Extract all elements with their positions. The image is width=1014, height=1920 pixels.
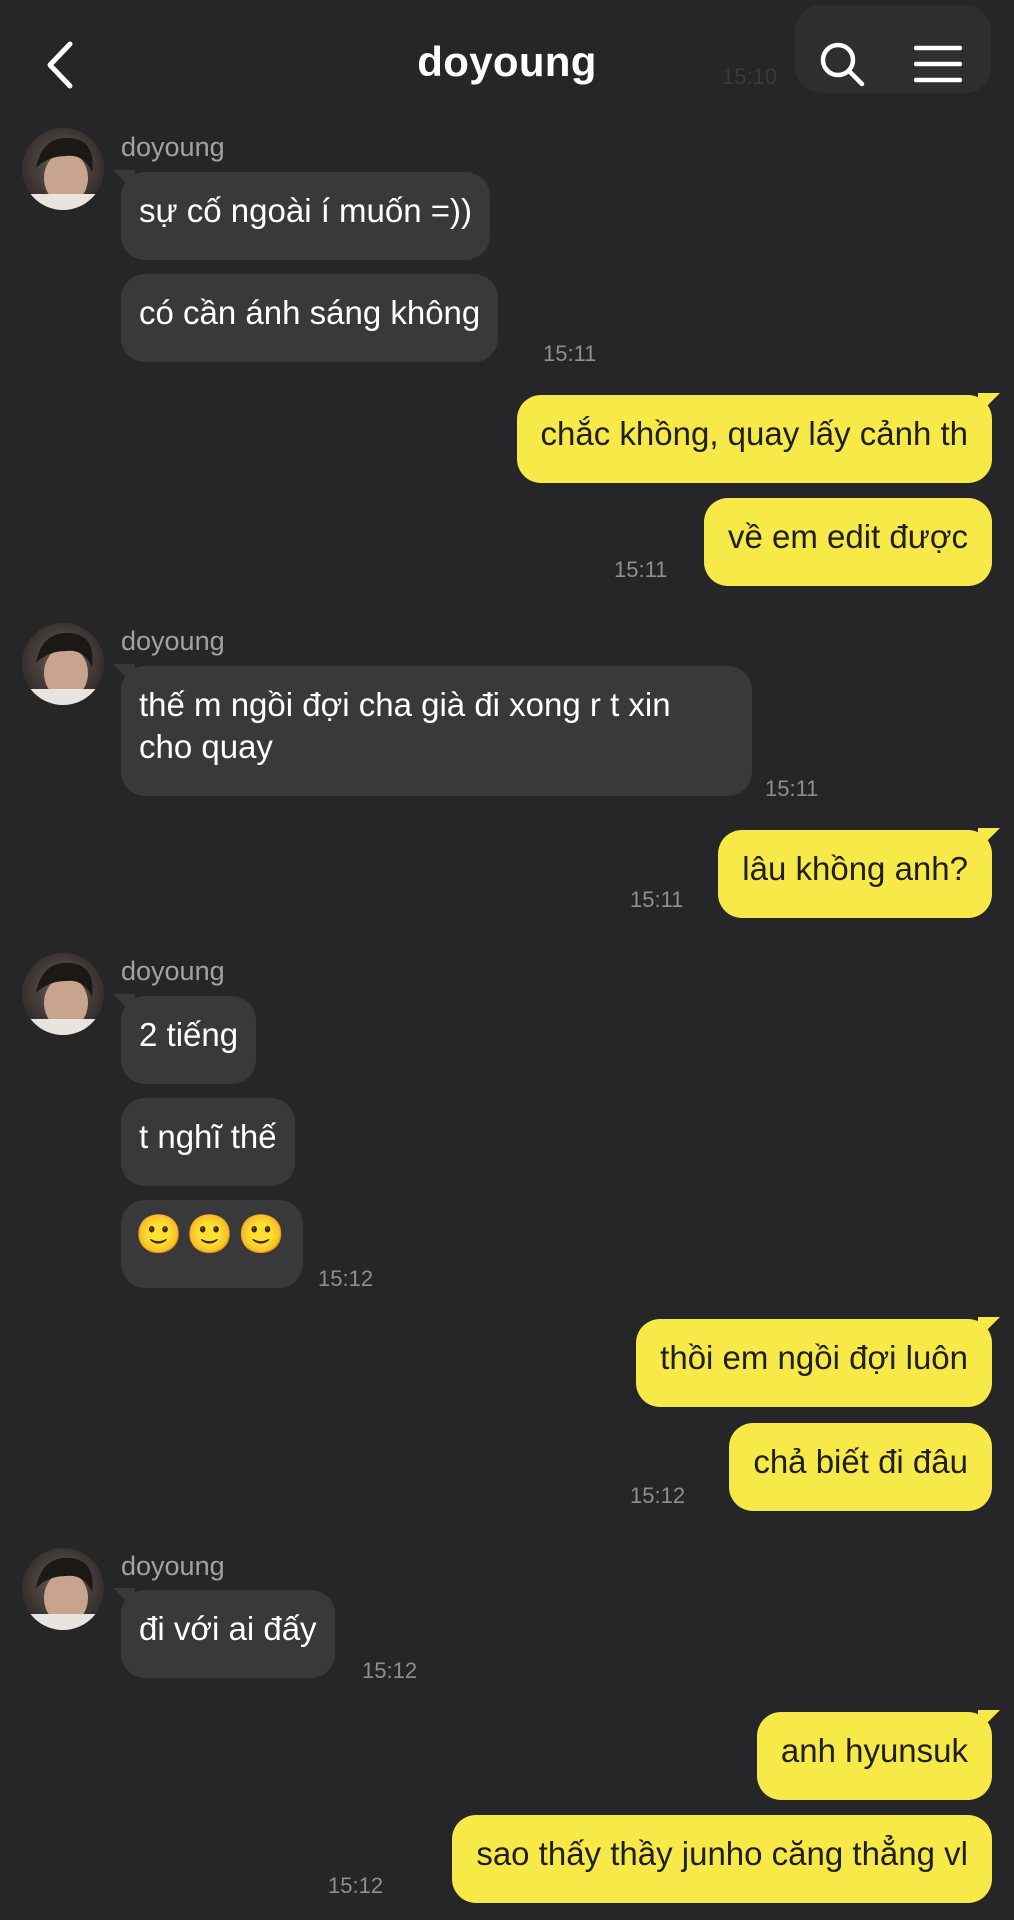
bubble-tail: [113, 170, 135, 192]
outgoing-message[interactable]: lâu khồng anh?: [718, 828, 1000, 918]
smile-emoji-icon: 🙂: [135, 1214, 187, 1256]
menu-icon[interactable]: [914, 44, 962, 84]
message-text: 2 tiếng: [139, 1016, 239, 1053]
avatar-image: [22, 953, 104, 1035]
message-time: 15:11: [614, 557, 668, 582]
message-text-line: thế m ngồi đợi cha già đi xong r t xin: [139, 686, 671, 723]
incoming-message[interactable]: thế m ngồi đợi cha già đi xong r t xin c…: [113, 664, 752, 796]
sender-name: doyoung: [121, 956, 225, 986]
message-time: 15:12: [362, 1658, 418, 1683]
bubble-tail: [978, 828, 1000, 850]
incoming-message[interactable]: đi với ai đấy: [113, 1588, 335, 1678]
avatar[interactable]: [22, 623, 104, 705]
bubble-tail: [113, 664, 135, 686]
incoming-emoji-message[interactable]: 🙂🙂🙂: [121, 1200, 303, 1288]
search-icon[interactable]: [818, 40, 866, 88]
message-text: đi với ai đấy: [139, 1610, 317, 1647]
message-text: về em edit được: [728, 518, 968, 555]
message-time: 15:11: [630, 887, 684, 912]
message-text: chắc khồng, quay lấy cảnh th: [540, 415, 968, 452]
message-time: 15:11: [543, 341, 597, 366]
outgoing-message[interactable]: về em edit được: [704, 498, 992, 586]
smile-emoji-icon: 🙂: [237, 1214, 289, 1256]
bubble-tail: [978, 393, 1000, 415]
avatar-image: [22, 623, 104, 705]
outgoing-message[interactable]: thồi em ngồi đợi luôn: [636, 1317, 1000, 1407]
message-text: chả biết đi đâu: [753, 1443, 968, 1480]
sender-name: doyoung: [121, 626, 225, 656]
message-text: sự cố ngoài í muốn =)): [139, 192, 472, 229]
chat-header: doyoung 15:10: [0, 0, 1014, 130]
outgoing-message[interactable]: sao thấy thầy junho căng thẳng vl: [452, 1815, 992, 1903]
bubble-tail: [978, 1317, 1000, 1339]
outgoing-message[interactable]: chả biết đi đâu: [729, 1423, 992, 1511]
sender-name: doyoung: [121, 132, 225, 162]
message-time: 15:12: [328, 1873, 384, 1898]
message-text-line: cho quay: [139, 728, 273, 765]
message-time: 15:12: [318, 1266, 374, 1291]
message-text: có cần ánh sáng không: [139, 294, 481, 331]
outgoing-message[interactable]: anh hyunsuk: [756, 1710, 1000, 1800]
message-text: t nghĩ thế: [139, 1118, 277, 1155]
message-time: 15:11: [765, 776, 819, 801]
avatar[interactable]: [22, 1548, 104, 1630]
bubble-tail: [113, 1588, 135, 1610]
avatar-image: [22, 1548, 104, 1630]
message-text: sao thấy thầy junho căng thẳng vl: [476, 1835, 968, 1872]
sender-name: doyoung: [121, 1551, 225, 1581]
smile-emoji-icon: 🙂: [186, 1214, 238, 1256]
message-time: 15:12: [630, 1483, 686, 1508]
avatar-image: [22, 128, 104, 210]
outgoing-message[interactable]: chắc khồng, quay lấy cảnh th: [516, 393, 1000, 483]
message-text: anh hyunsuk: [780, 1732, 968, 1769]
bubble-tail: [978, 1710, 1000, 1732]
bubble-tail: [113, 994, 135, 1016]
incoming-message[interactable]: t nghĩ thế: [121, 1098, 295, 1186]
message-text: thồi em ngồi đợi luôn: [660, 1339, 968, 1376]
incoming-message[interactable]: sự cố ngoài í muốn =)): [113, 170, 490, 260]
avatar[interactable]: [22, 128, 104, 210]
incoming-message[interactable]: có cần ánh sáng không: [121, 274, 499, 362]
header-ghost-time: 15:10: [722, 64, 778, 89]
avatar[interactable]: [22, 953, 104, 1035]
incoming-message[interactable]: 2 tiếng: [113, 994, 257, 1084]
message-text: lâu khồng anh?: [742, 850, 968, 887]
